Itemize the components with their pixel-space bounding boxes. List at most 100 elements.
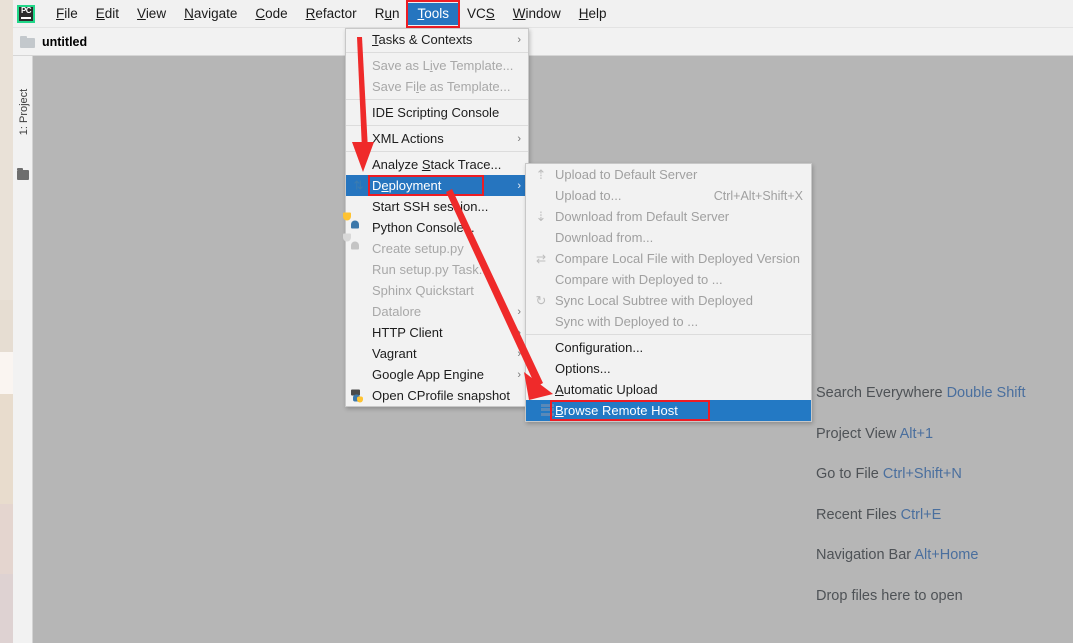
editor-hint-shortcut: Alt+Home xyxy=(914,547,979,563)
deployment-item-label: Upload to Default Server xyxy=(555,167,698,182)
pycharm-logo-bar xyxy=(21,16,31,19)
editor-hint-shortcut: Ctrl+E xyxy=(900,506,942,523)
sync-icon: ↻ xyxy=(535,292,547,308)
editor-hint-action: Recent Files xyxy=(816,506,901,523)
deployment-item-label: Automatic Upload xyxy=(555,382,658,397)
menubar-item-window[interactable]: Window xyxy=(504,3,570,25)
project-tab-label[interactable]: untitled xyxy=(42,35,87,49)
tools-menu-item-label: Start SSH session... xyxy=(372,199,489,214)
menubar-item-label: Edit xyxy=(95,5,120,21)
tools-menu-item-google-app-engine[interactable]: Google App Engine › xyxy=(346,364,528,385)
python-icon xyxy=(343,212,366,235)
tools-menu-item-ide-scripting-console[interactable]: IDE Scripting Console xyxy=(346,102,528,123)
tools-menu-item-label: Run setup.py Task... xyxy=(372,262,490,277)
upload-icon: ⇡ xyxy=(535,166,547,182)
menubar-item-view[interactable]: View xyxy=(128,3,175,25)
deployment-item-compare-with-deployed-to: Compare with Deployed to ... xyxy=(526,269,811,290)
menubar-item-code[interactable]: Code xyxy=(246,3,296,25)
menubar-item-vcs[interactable]: VCS xyxy=(458,3,504,25)
chevron-right-icon: › xyxy=(517,347,521,360)
remote-host-icon xyxy=(533,403,554,418)
tools-dropdown-menu: Tasks & Contexts › Save as Live Template..… xyxy=(343,28,529,407)
menubar-item-label: View xyxy=(137,5,167,21)
compare-icon: ⇄ xyxy=(535,251,547,266)
deployment-item-automatic-upload[interactable]: Automatic Upload xyxy=(526,379,811,400)
deployment-item-sync-with-deployed-to: Sync with Deployed to ... xyxy=(526,311,811,332)
tools-menu-item-vagrant[interactable]: Vagrant › xyxy=(346,343,528,364)
tools-menu-item-create-setup-py: Create setup.py xyxy=(343,233,528,259)
tools-menu-item-label: Vagrant xyxy=(372,346,417,361)
tools-menu-item-label: Open CProfile snapshot xyxy=(372,388,511,403)
tools-menu-item-label: Tasks & Contexts xyxy=(372,32,473,47)
deployment-item-label: Compare Local File with Deployed Version xyxy=(555,251,800,266)
submenu-separator xyxy=(526,334,811,335)
download-icon: ⇣ xyxy=(535,208,547,224)
menubar-item-label: Navigate xyxy=(184,5,238,21)
tools-menu-item-save-file-as-template: Save File as Template... xyxy=(346,76,528,97)
editor-hint-shortcut: Double Shift xyxy=(946,385,1026,401)
deployment-item-label: Download from Default Server xyxy=(555,209,730,224)
chevron-right-icon: › xyxy=(517,326,521,339)
tools-menu-item-analyze-stack-trace[interactable]: Analyze Stack Trace... xyxy=(346,154,528,175)
chevron-right-icon: › xyxy=(517,33,521,46)
editor-hint-row: Drop files here to open xyxy=(816,588,1066,604)
python-icon-disabled xyxy=(343,233,366,256)
menubar-item-label: Help xyxy=(578,5,607,21)
tools-menu-item-tasks-contexts[interactable]: Tasks & Contexts › xyxy=(346,29,528,50)
deployment-item-label: Configuration... xyxy=(555,340,644,355)
deployment-item-shortcut: Ctrl+Alt+Shift+X xyxy=(713,188,803,203)
menubar-item-label: Window xyxy=(512,5,561,21)
menubar-item-run[interactable]: Run xyxy=(366,3,409,25)
deployment-item-label: Options... xyxy=(555,361,611,376)
editor-hint-row: Project View Alt+1 xyxy=(816,426,1066,442)
deployment-item-download-from-default-server: ⇣ Download from Default Server xyxy=(526,206,811,227)
editor-hint-shortcut: Ctrl+Shift+N xyxy=(882,466,962,482)
chevron-right-icon: › xyxy=(517,368,521,381)
tools-menu-item-label: Analyze Stack Trace... xyxy=(372,157,502,172)
tools-menu-item-run-setup-py-task: Run setup.py Task... xyxy=(346,259,528,280)
tools-menu-item-http-client[interactable]: HTTP Client › xyxy=(346,322,528,343)
menubar-item-label: Code xyxy=(255,5,288,21)
tools-menu-item-label: Datalore xyxy=(372,304,422,319)
editor-hint-row: Go to File Ctrl+Shift+N xyxy=(816,466,1066,482)
deployment-item-label: Upload to... xyxy=(555,188,622,203)
deployment-item-browse-remote-host[interactable]: Browse Remote Host xyxy=(526,400,811,421)
menubar-item-edit[interactable]: Edit xyxy=(87,3,128,25)
tools-menu-item-deployment[interactable]: ⇅ Deployment › xyxy=(346,175,528,196)
sidebar-item-project-label: 1: Project xyxy=(18,88,30,136)
menubar-item-refactor[interactable]: Refactor xyxy=(297,3,366,25)
deployment-item-label: Sync Local Subtree with Deployed xyxy=(555,293,754,308)
left-tool-window-bar: 1: Project xyxy=(13,56,33,643)
menu-separator xyxy=(346,52,528,53)
menu-separator xyxy=(346,125,528,126)
tools-menu-item-xml-actions[interactable]: XML Actions › xyxy=(346,128,528,149)
editor-hint-action: Navigation Bar xyxy=(816,547,915,563)
menubar-item-navigate[interactable]: Navigate xyxy=(175,3,246,25)
menubar-item-label: Tools xyxy=(417,5,449,21)
editor-hint-row: Navigation Bar Alt+Home xyxy=(816,547,1066,563)
tools-menu-item-open-cprofile-snapshot[interactable]: Open CProfile snapshot xyxy=(346,385,528,406)
menu-bar: PC File Edit View Navigate Code Refactor Run To… xyxy=(13,0,1073,28)
tools-menu-item-start-ssh-session[interactable]: Start SSH session... xyxy=(346,196,528,217)
tools-menu-item-label: HTTP Client xyxy=(372,325,443,340)
cprofile-icon xyxy=(351,388,366,403)
editor-hint-action: Project View xyxy=(816,425,900,442)
tools-menu-item-label: IDE Scripting Console xyxy=(372,105,500,120)
deployment-item-options[interactable]: Options... xyxy=(526,358,811,379)
deployment-item-label: Sync with Deployed to ... xyxy=(555,314,699,329)
menubar-item-help[interactable]: Help xyxy=(570,3,616,25)
menubar-item-tools[interactable]: Tools xyxy=(406,0,460,28)
deployment-item-configuration[interactable]: Configuration... xyxy=(526,337,811,358)
editor-hint-action: Drop files here to open xyxy=(816,587,963,604)
tools-menu-item-python-console[interactable]: Python Console... xyxy=(343,212,528,238)
editor-hint-shortcut: Alt+1 xyxy=(899,425,934,442)
menubar-item-label: File xyxy=(56,5,78,21)
menubar-item-file[interactable]: File xyxy=(47,3,87,25)
project-folder-icon[interactable] xyxy=(17,168,29,180)
sidebar-item-project[interactable]: 1: Project xyxy=(18,84,30,140)
menu-separator xyxy=(346,99,528,100)
tools-menu-item-label: Save File as Template... xyxy=(372,79,511,94)
deployment-item-upload-to: Upload to... Ctrl+Alt+Shift+X xyxy=(526,185,811,206)
deployment-item-label: Compare with Deployed to ... xyxy=(555,272,723,287)
tools-menu-item-label: Save as Live Template... xyxy=(372,58,514,73)
